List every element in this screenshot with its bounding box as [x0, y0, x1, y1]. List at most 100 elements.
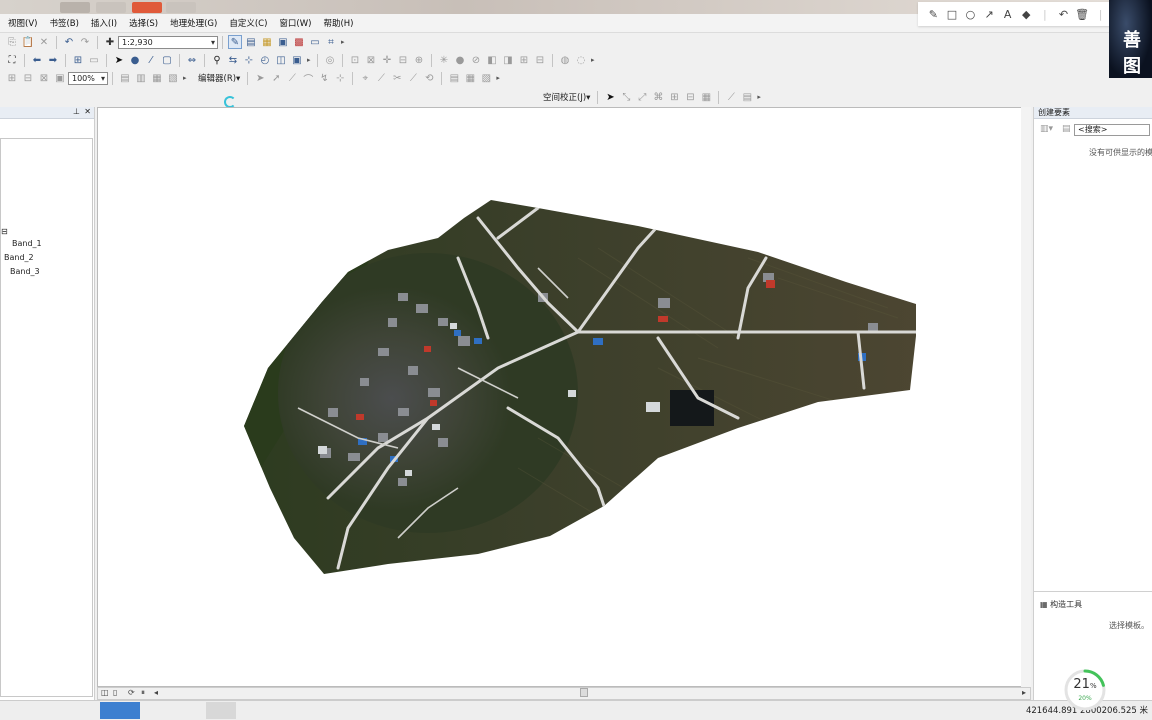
taskbar-tab[interactable] [132, 2, 162, 13]
pen-icon[interactable]: ✎ [924, 8, 943, 21]
template-properties-icon[interactable]: ▤ [1062, 124, 1071, 134]
circle-icon[interactable]: ○ [961, 8, 980, 21]
topology-icon[interactable]: ◨ [501, 53, 515, 67]
toolbar-grip[interactable]: ▸ [307, 56, 313, 64]
editor-toolbar-icon[interactable]: ✎ [228, 35, 242, 49]
identify-icon[interactable]: ● [128, 53, 142, 67]
topology-icon[interactable]: ⊞ [517, 53, 531, 67]
table-window-icon[interactable]: ▤ [244, 35, 258, 49]
toolbar-grip[interactable]: ▸ [757, 93, 763, 101]
redo-icon[interactable]: ↷ [78, 35, 92, 49]
menu-help[interactable]: 帮助(H) [317, 17, 359, 29]
model-builder-icon[interactable]: ⌗ [324, 35, 338, 49]
scroll-left-icon[interactable]: ◂ [154, 688, 158, 697]
cut-polygons-icon[interactable]: ✂ [390, 71, 404, 85]
pin-icon[interactable]: ⊥ [73, 107, 80, 116]
arctoolbox-icon[interactable]: ▩ [292, 35, 306, 49]
toc-band-item[interactable]: Band_2 [4, 253, 34, 262]
data-view-icon[interactable]: ◫ [101, 688, 109, 697]
layout-view-icon[interactable]: ▯ [113, 688, 117, 697]
editor-menu[interactable]: 编辑器(R)▾ [195, 72, 243, 84]
toc-band-item[interactable]: Band_1 [12, 239, 42, 248]
rectangle-icon[interactable]: □ [943, 8, 962, 21]
find-route-icon[interactable]: ⇆ [226, 53, 240, 67]
refresh-icon[interactable]: ⟳ [128, 688, 135, 697]
menu-bookmarks[interactable]: 书签(B) [43, 17, 84, 29]
add-data-icon[interactable]: ✚ [103, 35, 117, 49]
layout-pan-icon[interactable]: ⊠ [37, 71, 51, 85]
split-icon[interactable]: ⟋ [406, 71, 420, 85]
edit-annotation-icon[interactable]: ➚ [269, 71, 283, 85]
toolbar-grip[interactable]: ▸ [183, 74, 189, 82]
taskbar-tab[interactable] [166, 2, 196, 13]
topology-icon[interactable]: ✛ [380, 53, 394, 67]
topology-icon[interactable]: ⊘ [469, 53, 483, 67]
select-features-icon[interactable]: ⊞ [71, 53, 85, 67]
html-popup-icon[interactable]: ▢ [160, 53, 174, 67]
select-elements-icon[interactable]: ➤ [603, 90, 617, 104]
topology-icon[interactable]: ⊠ [364, 53, 378, 67]
pause-icon[interactable]: ⏸ [141, 688, 145, 698]
delete-icon[interactable]: ✕ [37, 35, 51, 49]
identity-link-icon[interactable]: ⊞ [667, 90, 681, 104]
trace-icon[interactable]: ↯ [317, 71, 331, 85]
viewer-window-icon[interactable]: ▣ [290, 53, 304, 67]
menu-customize[interactable]: 自定义(C) [223, 17, 273, 29]
close-icon[interactable]: ✕ [84, 107, 91, 116]
topology-icon[interactable]: ✳ [437, 53, 451, 67]
view-link-table-icon[interactable]: ▦ [699, 90, 713, 104]
create-features-icon[interactable]: ▧ [479, 71, 493, 85]
map-view[interactable] [97, 107, 1031, 687]
modify-link-icon[interactable]: ⤢ [635, 90, 649, 104]
limit-adjust-icon[interactable]: ⊟ [683, 90, 697, 104]
point-icon[interactable]: ⊹ [333, 71, 347, 85]
taskbar-active-item[interactable] [100, 702, 140, 719]
topology-icon[interactable]: ⊕ [412, 53, 426, 67]
end-point-arc-icon[interactable]: ⌒ [301, 71, 315, 86]
toc-band-item[interactable]: Band_3 [10, 267, 40, 276]
copy-icon[interactable]: ⎘ [5, 35, 19, 49]
topology-icon[interactable]: ● [453, 53, 467, 67]
toolbar-grip[interactable]: ▸ [341, 38, 347, 46]
python-icon[interactable]: ▭ [308, 35, 322, 49]
menu-view[interactable]: 视图(V) [2, 17, 43, 29]
clear-selection-icon[interactable]: ▭ [87, 53, 101, 67]
scroll-thumb[interactable] [580, 688, 588, 697]
undo-icon[interactable]: ↶ [1054, 8, 1073, 21]
forward-icon[interactable]: ➡ [46, 53, 60, 67]
edge-match-icon[interactable]: ⟋ [724, 90, 738, 104]
reshape-icon[interactable]: ⟋ [374, 71, 388, 85]
template-search-input[interactable]: <搜索> [1074, 124, 1150, 136]
topology-icon[interactable]: ◧ [485, 53, 499, 67]
map-horizontal-scrollbar[interactable]: ◫ ▯ ⟳ ⏸ ◂ ▸ [97, 687, 1031, 700]
catalog-icon[interactable]: ▦ [260, 35, 274, 49]
taskbar-tab[interactable] [96, 2, 126, 13]
trash-icon[interactable]: 🗑 [1073, 8, 1092, 21]
spatial-adjustment-menu[interactable]: 空间校正(J)▾ [540, 91, 593, 103]
edit-vertices-icon[interactable]: ⌖ [358, 71, 372, 85]
rotate-icon[interactable]: ⟲ [422, 71, 436, 85]
map-vertical-scrollbar[interactable] [1021, 107, 1031, 687]
topology-icon[interactable]: ⊡ [348, 53, 362, 67]
find-icon[interactable]: ⚲ [210, 53, 224, 67]
topology-icon[interactable]: ◌ [574, 53, 588, 67]
hyperlink-icon[interactable]: ⁄ [144, 53, 158, 67]
new-displacement-link-icon[interactable]: ⤡ [619, 90, 633, 104]
menu-window[interactable]: 窗口(W) [273, 17, 317, 29]
multi-link-icon[interactable]: ⌘ [651, 90, 665, 104]
scale-combo[interactable]: 1:2,930 [118, 35, 218, 49]
text-icon[interactable]: A [998, 8, 1017, 21]
time-slider-icon[interactable]: ◴ [258, 53, 272, 67]
straight-segment-icon[interactable]: ⟋ [285, 71, 299, 85]
layout-fixed-icon[interactable]: ▣ [53, 71, 67, 85]
edit-tool-icon[interactable]: ➤ [253, 71, 267, 85]
go-to-xy-icon[interactable]: ⊹ [242, 53, 256, 67]
layout-zoom-in-icon[interactable]: ⊞ [5, 71, 19, 85]
data-driven-pages-icon[interactable]: ▧ [166, 71, 180, 85]
toolbar-grip[interactable]: ▸ [591, 56, 597, 64]
attribute-transfer-icon[interactable]: ▤ [740, 90, 754, 104]
organize-templates-icon[interactable]: ▥▾ [1040, 124, 1053, 134]
paste-icon[interactable]: 📋 [21, 35, 35, 49]
marker-icon[interactable]: ◆ [1017, 8, 1036, 21]
measure-icon[interactable]: ⇔ [185, 53, 199, 67]
